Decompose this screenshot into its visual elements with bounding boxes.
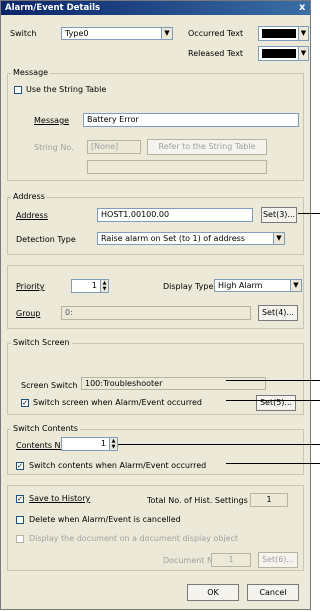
callout-line (226, 380, 320, 381)
priority-label: Priority (16, 282, 45, 291)
message-label: Message (34, 116, 70, 125)
address-input[interactable]: HOST1.00100.00 (97, 208, 253, 222)
display-type-value: High Alarm (218, 281, 263, 290)
chevron-down-icon[interactable]: ▼ (273, 233, 284, 244)
switch-contents-checkbox[interactable]: ✓ (16, 462, 24, 470)
released-text-label: Released Text (188, 49, 244, 58)
priority-stepper[interactable]: 1 ▲ ▼ (71, 279, 109, 293)
chevron-down-icon[interactable]: ▼ (298, 47, 308, 60)
message-input[interactable]: Battery Error (83, 113, 299, 127)
save-history-checkbox[interactable]: ✓ (16, 495, 24, 503)
total-hist-label: Total No. of Hist. Settings (147, 496, 248, 505)
display-document-label: Display the document on a document displ… (29, 534, 239, 543)
contents-no-stepper[interactable]: 1 ▲ ▼ (61, 437, 118, 451)
switch-screen-check-label: Switch screen when Alarm/Event occurred (33, 398, 202, 407)
screen-switch-field: 100:Troubleshooter (81, 377, 266, 390)
document-set-button[interactable]: Set(6)... (258, 552, 298, 568)
occurred-color-picker[interactable]: ▼ (258, 26, 309, 41)
switch-type-select[interactable]: Type0 ▼ (61, 27, 173, 40)
switch-screen-set-button[interactable]: Set(5)... (256, 395, 296, 411)
spin-arrows-icon[interactable]: ▲ ▼ (100, 280, 108, 292)
use-string-table-label: Use the String Table (26, 85, 107, 94)
switch-contents-group-title: Switch Contents (11, 424, 80, 433)
released-color-picker[interactable]: ▼ (258, 46, 309, 61)
switch-contents-check-label: Switch contents when Alarm/Event occurre… (29, 461, 207, 470)
window-title: Alarm/Event Details (5, 3, 101, 13)
callout-line (298, 213, 320, 214)
contents-no-value: 1 (100, 439, 106, 448)
title-bar: Alarm/Event Details x (1, 1, 310, 15)
refer-string-table-button[interactable]: Refer to the String Table (147, 139, 267, 155)
detection-type-label: Detection Type (16, 235, 76, 244)
group-label: Group (16, 309, 41, 318)
switch-type-value: Type0 (65, 29, 89, 38)
chevron-down-icon[interactable]: ▼ (290, 280, 301, 291)
close-icon[interactable]: x (299, 2, 305, 13)
detection-type-value: Raise alarm on Set (to 1) of address (101, 234, 245, 243)
display-type-label: Display Type (163, 282, 214, 291)
screen-switch-label: Screen Switch (21, 381, 78, 390)
callout-line (226, 463, 320, 464)
string-no-label: String No. (34, 143, 74, 152)
group-field: 0: (61, 306, 251, 320)
address-label: Address (16, 211, 48, 220)
switch-screen-group-title: Switch Screen (11, 338, 72, 347)
save-history-label: Save to History (29, 494, 91, 503)
alarm-event-details-dialog: Alarm/Event Details x Switch Type0 ▼ Occ… (0, 0, 311, 610)
total-hist-field: 1 (250, 493, 288, 507)
switch-screen-checkbox[interactable]: ✓ (21, 399, 29, 407)
chevron-down-icon[interactable]: ▼ (161, 28, 172, 39)
delete-cancelled-label: Delete when Alarm/Event is cancelled (29, 515, 181, 524)
address-group (7, 197, 304, 255)
occurred-text-label: Occurred Text (188, 29, 244, 38)
spin-arrows-icon[interactable]: ▲ ▼ (109, 438, 117, 450)
address-set-button[interactable]: Set(3)... (261, 207, 297, 223)
display-document-checkbox[interactable] (16, 535, 24, 543)
callout-line (226, 400, 320, 401)
detection-type-select[interactable]: Raise alarm on Set (to 1) of address ▼ (97, 232, 285, 245)
switch-label: Switch (10, 29, 37, 38)
document-no-input[interactable]: 1 (211, 553, 251, 567)
group-set-button[interactable]: Set(4)... (258, 305, 298, 321)
message-group-title: Message (11, 68, 51, 77)
callout-line (118, 444, 320, 445)
delete-cancelled-checkbox[interactable] (16, 516, 24, 524)
priority-value: 1 (91, 281, 97, 290)
display-type-select[interactable]: High Alarm ▼ (214, 279, 302, 292)
chevron-down-icon[interactable]: ▼ (298, 27, 308, 40)
occurred-color-swatch (262, 29, 296, 38)
use-string-table-checkbox[interactable] (14, 86, 22, 94)
string-no-input[interactable]: [None] (87, 140, 141, 154)
address-group-title: Address (11, 192, 47, 201)
released-color-swatch (262, 49, 296, 58)
cancel-button[interactable]: Cancel (247, 584, 299, 601)
string-preview (87, 160, 267, 174)
ok-button[interactable]: OK (187, 584, 239, 601)
